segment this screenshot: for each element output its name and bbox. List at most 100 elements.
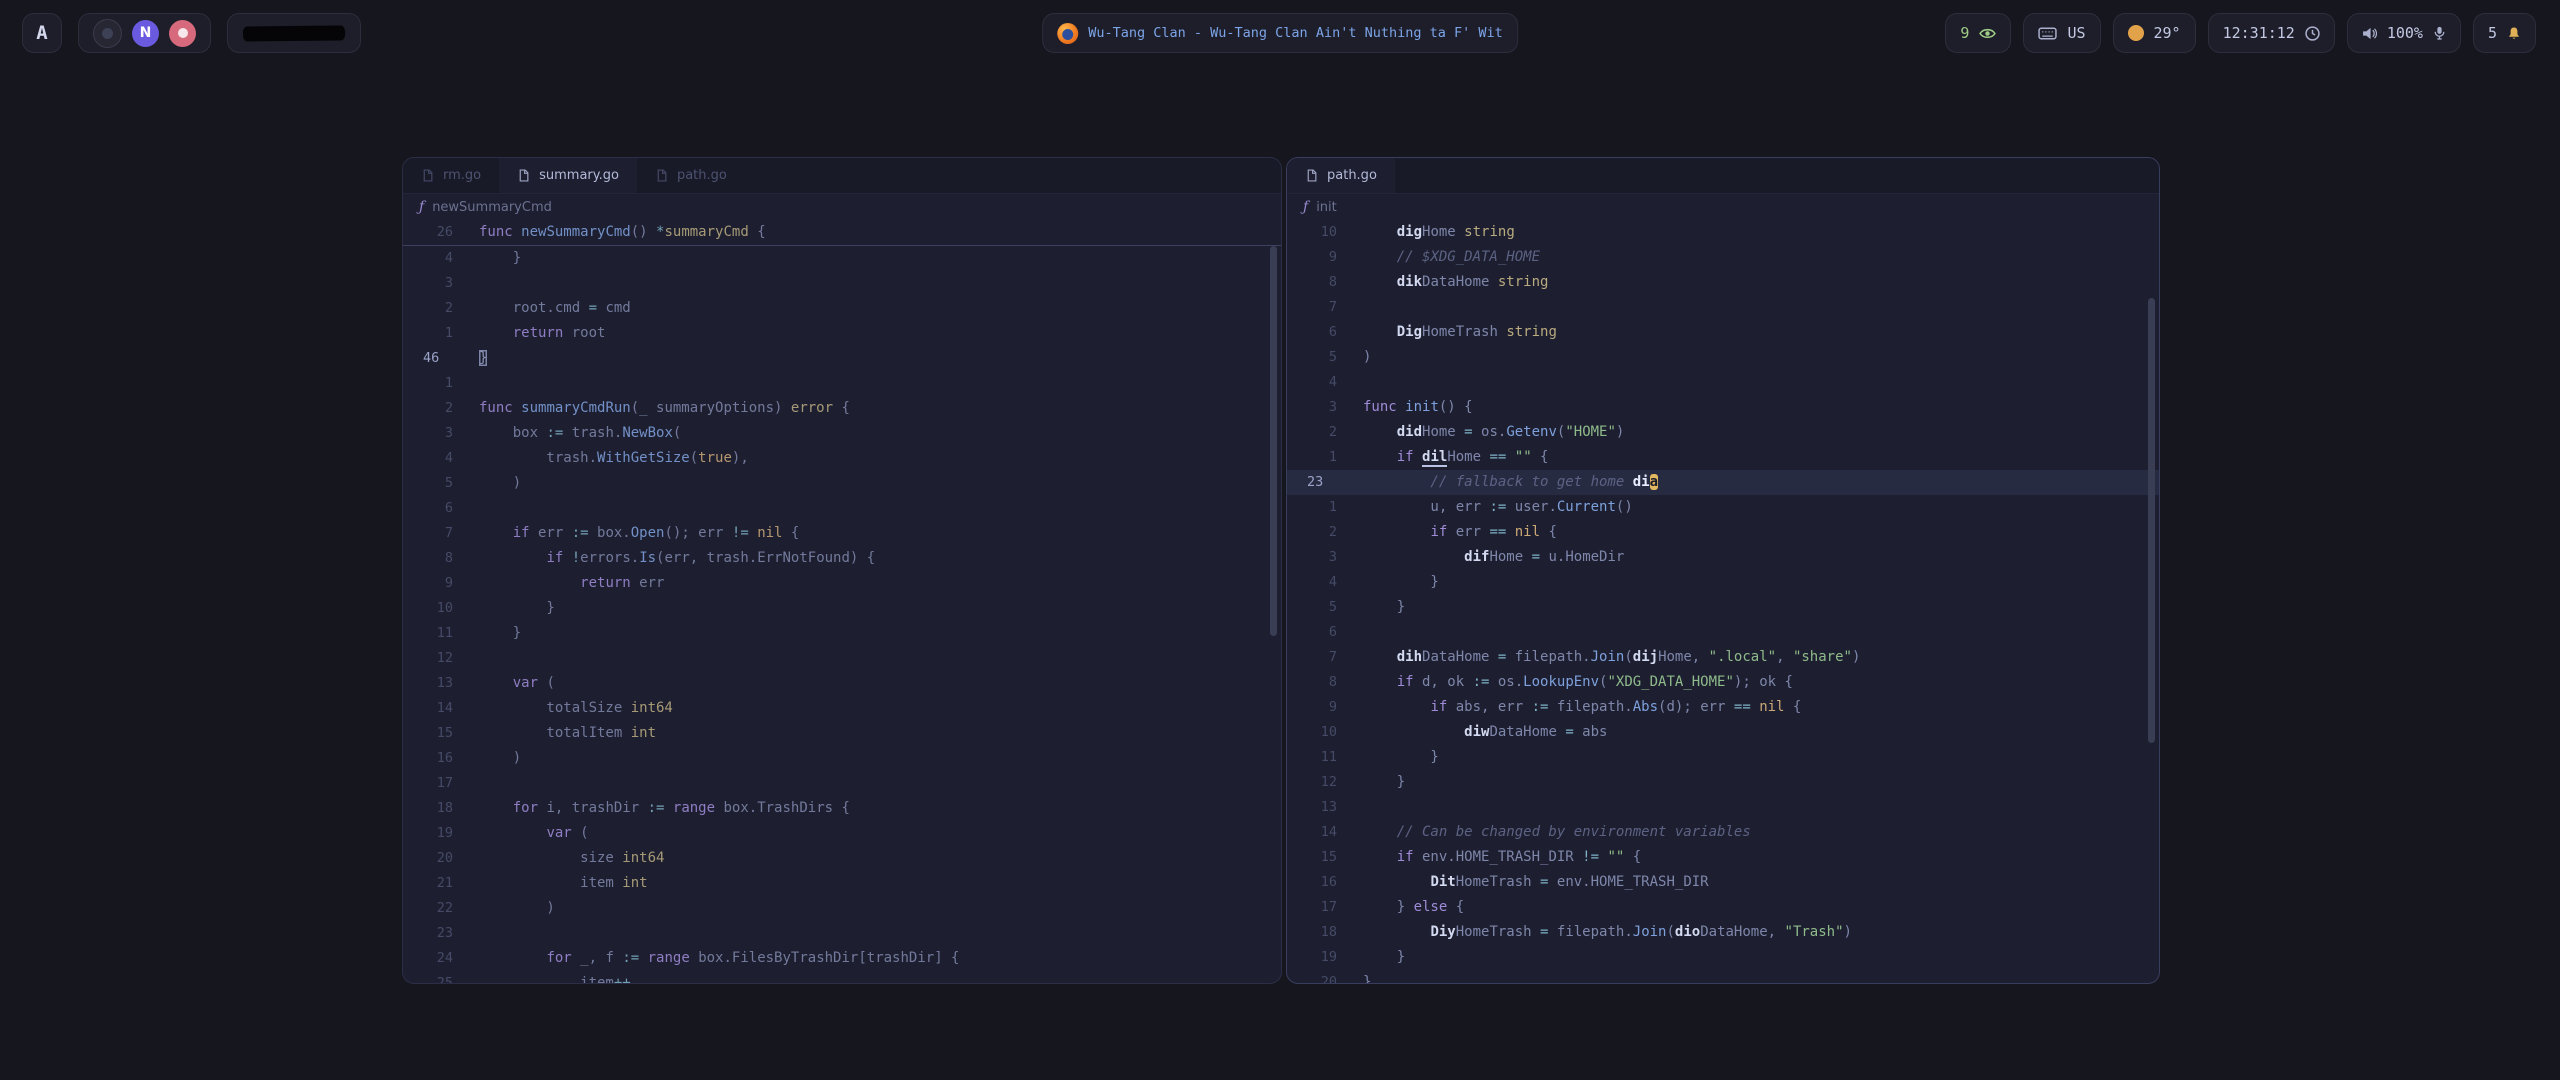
code-token: int64 [622,850,664,866]
code-line[interactable]: 8 dikDataHome string [1287,270,2159,295]
code-line[interactable]: 1 [403,371,1281,396]
code-line[interactable]: 16 DitHomeTrash = env.HOME_TRASH_DIR [1287,870,2159,895]
code-line[interactable]: 15 if env.HOME_TRASH_DIR != "" { [1287,845,2159,870]
tab-summary.go[interactable]: summary.go [499,158,637,193]
tray-pink-app-icon[interactable] [169,20,196,47]
code-line[interactable]: 6 [1287,620,2159,645]
tab-rm.go[interactable]: rm.go [403,158,499,193]
code-line[interactable]: 46} [403,346,1281,371]
clock-pill[interactable]: 12:31:12 [2208,13,2335,53]
code-line[interactable]: 5 } [1287,595,2159,620]
code-line[interactable]: 12 } [1287,770,2159,795]
code-line[interactable]: 4 trash.WithGetSize(true), [403,446,1281,471]
code-line[interactable]: 14 // Can be changed by environment vari… [1287,820,2159,845]
code-line[interactable]: 23 // fallback to get home dia [1287,470,2159,495]
scrollbar[interactable] [2148,298,2155,743]
code-text: ) [479,471,521,496]
code-line[interactable]: 4 } [403,246,1281,271]
code-line[interactable]: 20} [1287,970,2159,984]
code-line[interactable]: 21 item int [403,871,1281,896]
code-line[interactable]: 17 } else { [1287,895,2159,920]
code-line[interactable]: 18 DiyHomeTrash = filepath.Join(dioDataH… [1287,920,2159,945]
code-line[interactable]: 22 ) [403,896,1281,921]
code-line[interactable]: 3func init() { [1287,395,2159,420]
code-token [749,525,757,541]
code-line[interactable]: 3 difHome = u.HomeDir [1287,545,2159,570]
line-number: 22 [423,896,453,921]
code-line[interactable]: 17 [403,771,1281,796]
code-line[interactable]: 15 totalItem int [403,721,1281,746]
code-token: if [1430,524,1447,540]
line-number: 13 [1307,795,1337,820]
breadcrumb[interactable]: ƒ newSummaryCmd [403,194,1281,220]
code-line[interactable]: 6 [403,496,1281,521]
code-line[interactable]: 26func newSummaryCmd() *summaryCmd { [403,220,1281,245]
code-token [1363,549,1464,565]
code-line[interactable]: 20 size int64 [403,846,1281,871]
code-line[interactable]: 10 diwDataHome = abs [1287,720,2159,745]
code-line[interactable]: 19 } [1287,945,2159,970]
launcher-button[interactable]: A [22,13,62,53]
code-line[interactable]: 4 } [1287,570,2159,595]
line-number: 3 [423,271,453,296]
code-token: ".local" [1709,649,1776,665]
code-line[interactable]: 14 totalSize int64 [403,696,1281,721]
keyboard-layout-pill[interactable]: US [2023,13,2100,53]
code-line[interactable]: 7 dihDataHome = filepath.Join(dijHome, "… [1287,645,2159,670]
tray-n-app-icon[interactable]: N [132,20,159,47]
code-line[interactable]: 2 didHome = os.Getenv("HOME") [1287,420,2159,445]
code-line[interactable]: 7 if err := box.Open(); err != nil { [403,521,1281,546]
code-token: } [1363,949,1405,965]
media-player-pill[interactable]: Wu-Tang Clan - Wu-Tang Clan Ain't Nuthin… [1042,13,1518,53]
code-line[interactable]: 10 digHome string [1287,220,2159,245]
code-line[interactable]: 25 item++ [403,971,1281,984]
code-line[interactable]: 18 for i, trashDir := range box.TrashDir… [403,796,1281,821]
tab-path.go[interactable]: path.go [1287,158,1395,193]
status-count-pill[interactable]: 9 [1945,13,2011,53]
code-line[interactable]: 1 if dilHome == "" { [1287,445,2159,470]
code-line[interactable]: 11 } [403,621,1281,646]
code-line[interactable]: 3 [403,271,1281,296]
code-token [1506,449,1514,465]
code-line[interactable]: 9 // $XDG_DATA_HOME [1287,245,2159,270]
code-line[interactable]: 24 for _, f := range box.FilesByTrashDir… [403,946,1281,971]
code-text: trash.WithGetSize(true), [479,446,749,471]
code-line[interactable]: 5 ) [403,471,1281,496]
code-token: := [572,525,589,541]
code-line[interactable]: 2 if err == nil { [1287,520,2159,545]
code-line[interactable]: 11 } [1287,745,2159,770]
code-line[interactable]: 19 var ( [403,821,1281,846]
code-line[interactable]: 13 var ( [403,671,1281,696]
code-text: ) [1363,345,1371,370]
notifications-pill[interactable]: 5 [2473,13,2536,53]
code-line[interactable]: 9 if abs, err := filepath.Abs(d); err ==… [1287,695,2159,720]
code-line[interactable]: 12 [403,646,1281,671]
code-line[interactable]: 10 } [403,596,1281,621]
code-line[interactable]: 9 return err [403,571,1281,596]
breadcrumb[interactable]: ƒ init [1287,194,2159,220]
code-line[interactable]: 1 return root [403,321,1281,346]
tab-path.go[interactable]: path.go [637,158,745,193]
code-token: string [1498,274,1549,290]
code-line[interactable]: 6 DigHomeTrash string [1287,320,2159,345]
code-line[interactable]: 3 box := trash.NewBox( [403,421,1281,446]
code-line[interactable]: 5) [1287,345,2159,370]
code-line[interactable]: 7 [1287,295,2159,320]
code-line[interactable]: 1 u, err := user.Current() [1287,495,2159,520]
code-line[interactable]: 16 ) [403,746,1281,771]
volume-pill[interactable]: 100% [2347,13,2461,53]
redacted-button[interactable] [227,13,361,53]
code-token: { [1785,699,1802,715]
tray-dark-app-icon[interactable] [93,19,122,48]
weather-pill[interactable]: 29° [2113,13,2196,53]
code-line[interactable]: 23 [403,921,1281,946]
code-line[interactable]: 8 if !errors.Is(err, trash.ErrNotFound) … [403,546,1281,571]
code-line[interactable]: 4 [1287,370,2159,395]
scrollbar[interactable] [1270,246,1277,636]
code-line[interactable]: 13 [1287,795,2159,820]
code-line[interactable]: 2 root.cmd = cmd [403,296,1281,321]
code-line[interactable]: 2func summaryCmdRun(_ summaryOptions) er… [403,396,1281,421]
code-line[interactable]: 8 if d, ok := os.LookupEnv("XDG_DATA_HOM… [1287,670,2159,695]
code-token: = [589,300,597,316]
code-token: (d); err [1658,699,1734,715]
